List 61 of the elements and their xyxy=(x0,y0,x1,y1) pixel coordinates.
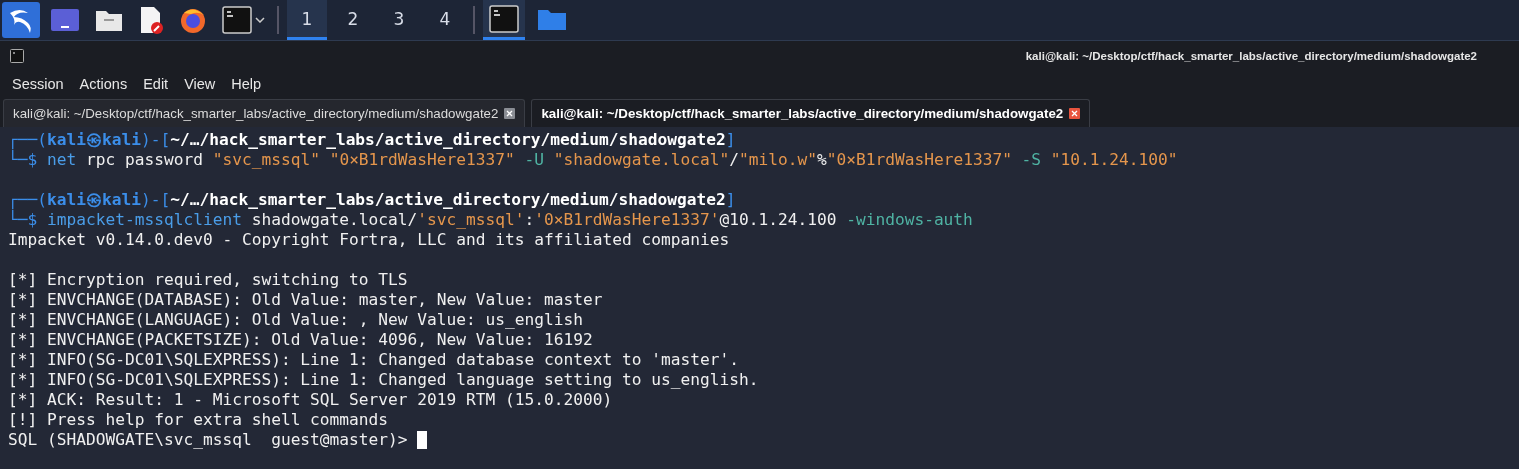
terminal-text: )-[ xyxy=(140,130,171,150)
menu-item[interactable]: View xyxy=(176,76,224,92)
document-edit-icon xyxy=(138,5,164,35)
terminal-text: % xyxy=(816,150,827,170)
terminal-text: [*] Encryption required, switching to TLS xyxy=(8,270,408,290)
terminal-text: └─$ xyxy=(8,210,38,230)
terminal-text: "svc_mssql" "0×B1rdWasHere1337" xyxy=(212,150,515,170)
terminal-text: "shadowgate.local" xyxy=(553,150,730,170)
terminal-icon xyxy=(489,4,519,33)
terminal-text: [*] ENVCHANGE(DATABASE): Old Value: master, New Value: master xyxy=(8,290,603,310)
terminal-text: -U xyxy=(523,150,546,170)
terminal-text: impacket-mssqlclient xyxy=(47,210,242,230)
terminal-text: @10.1.24.100 xyxy=(719,210,837,230)
terminal-text: "milo.w" xyxy=(739,150,817,170)
terminal-text: [!] Press help for extra shell commands xyxy=(8,410,389,430)
terminal-text: / xyxy=(729,150,739,170)
terminal-text: kali㉿kali xyxy=(47,130,141,150)
terminal-text: Impacket v0.14.0.dev0 - Copyright Fortra, LLC and its affiliated companies xyxy=(8,230,730,250)
terminal-text: [*] ENVCHANGE(PACKETSIZE): Old Value: 4096, New Value: 16192 xyxy=(8,330,593,350)
window-button[interactable] xyxy=(483,0,525,40)
workspace-button[interactable]: 3 xyxy=(379,0,419,40)
terminal-text: [*] ENVCHANGE(LANGUAGE): Old Value: , New Value: us_english xyxy=(8,310,583,330)
terminal-icon xyxy=(222,6,252,34)
terminal-text: SQL (SHADOWGATE\svc_mssql guest@master)> xyxy=(8,430,409,450)
workspace-button[interactable]: 4 xyxy=(425,0,465,40)
close-icon[interactable] xyxy=(1069,108,1081,119)
terminal-icon xyxy=(10,49,24,63)
workspace-button[interactable]: 2 xyxy=(333,0,373,40)
terminal-text: -windows-auth xyxy=(845,210,973,230)
terminal-text: "10.1.24.100" xyxy=(1050,150,1178,170)
terminal-text: [*] ACK: Result: 1 - Microsoft SQL Server 2019 RTM (15.0.2000) xyxy=(8,390,613,410)
terminal-text: kali㉿kali xyxy=(47,190,141,210)
menu-item[interactable]: Help xyxy=(223,76,270,92)
workspace-button[interactable]: 1 xyxy=(287,0,327,40)
terminal-text: rpc password xyxy=(84,150,204,170)
terminal-text: [*] INFO(SG-DC01\SQLEXPRESS): Line 1: Changed language setting to us_english. xyxy=(8,370,759,390)
menu-item[interactable]: Edit xyxy=(135,76,177,92)
desktop-icon xyxy=(50,7,80,33)
terminal-text: )-[ xyxy=(140,190,171,210)
terminal-tab[interactable]: kali@kali: ~/Desktop/ctf/hack_smarter_labs/active_directory/medium/shadowgate2 xyxy=(531,99,1091,127)
terminal-text: 'svc_mssql' xyxy=(417,210,525,230)
terminal-text: -S xyxy=(1020,150,1043,170)
terminal-tab[interactable]: kali@kali: ~/Desktop/ctf/hack_smarter_labs/active_directory/medium/shadowgate2 xyxy=(3,99,526,127)
terminal-text: ~/…/hack_smarter_labs/active_directory/medium/shadowgate2 xyxy=(170,190,726,210)
terminal-text: net xyxy=(47,150,77,170)
chevron-down-icon xyxy=(255,17,265,23)
window-title: kali@kali: ~/Desktop/ctf/hack_smarter_labs/active_directory/medium/shadowgate2 xyxy=(1025,50,1477,62)
terminal-text: ~/…/hack_smarter_labs/active_directory/medium/shadowgate2 xyxy=(170,130,726,150)
terminal-text: : xyxy=(524,210,535,230)
terminal-text: [*] INFO(SG-DC01\SQLEXPRESS): Line 1: Changed database context to 'master'. xyxy=(8,350,739,370)
terminal-text: '0×B1rdWasHere1337' xyxy=(534,210,720,230)
terminal-text: shadowgate.local/ xyxy=(250,210,418,230)
terminal-text: ] xyxy=(725,130,736,150)
terminal-text: "0×B1rdWasHere1337" xyxy=(826,150,1012,170)
terminal-text: ┌──( xyxy=(8,190,47,210)
menu-item[interactable]: Session xyxy=(4,76,72,92)
terminal-text: ┌──( xyxy=(8,130,47,150)
terminal-text: └─$ xyxy=(8,150,38,170)
menu-item[interactable]: Actions xyxy=(71,76,136,92)
terminal-text: ] xyxy=(725,190,736,210)
close-icon[interactable] xyxy=(504,108,516,119)
